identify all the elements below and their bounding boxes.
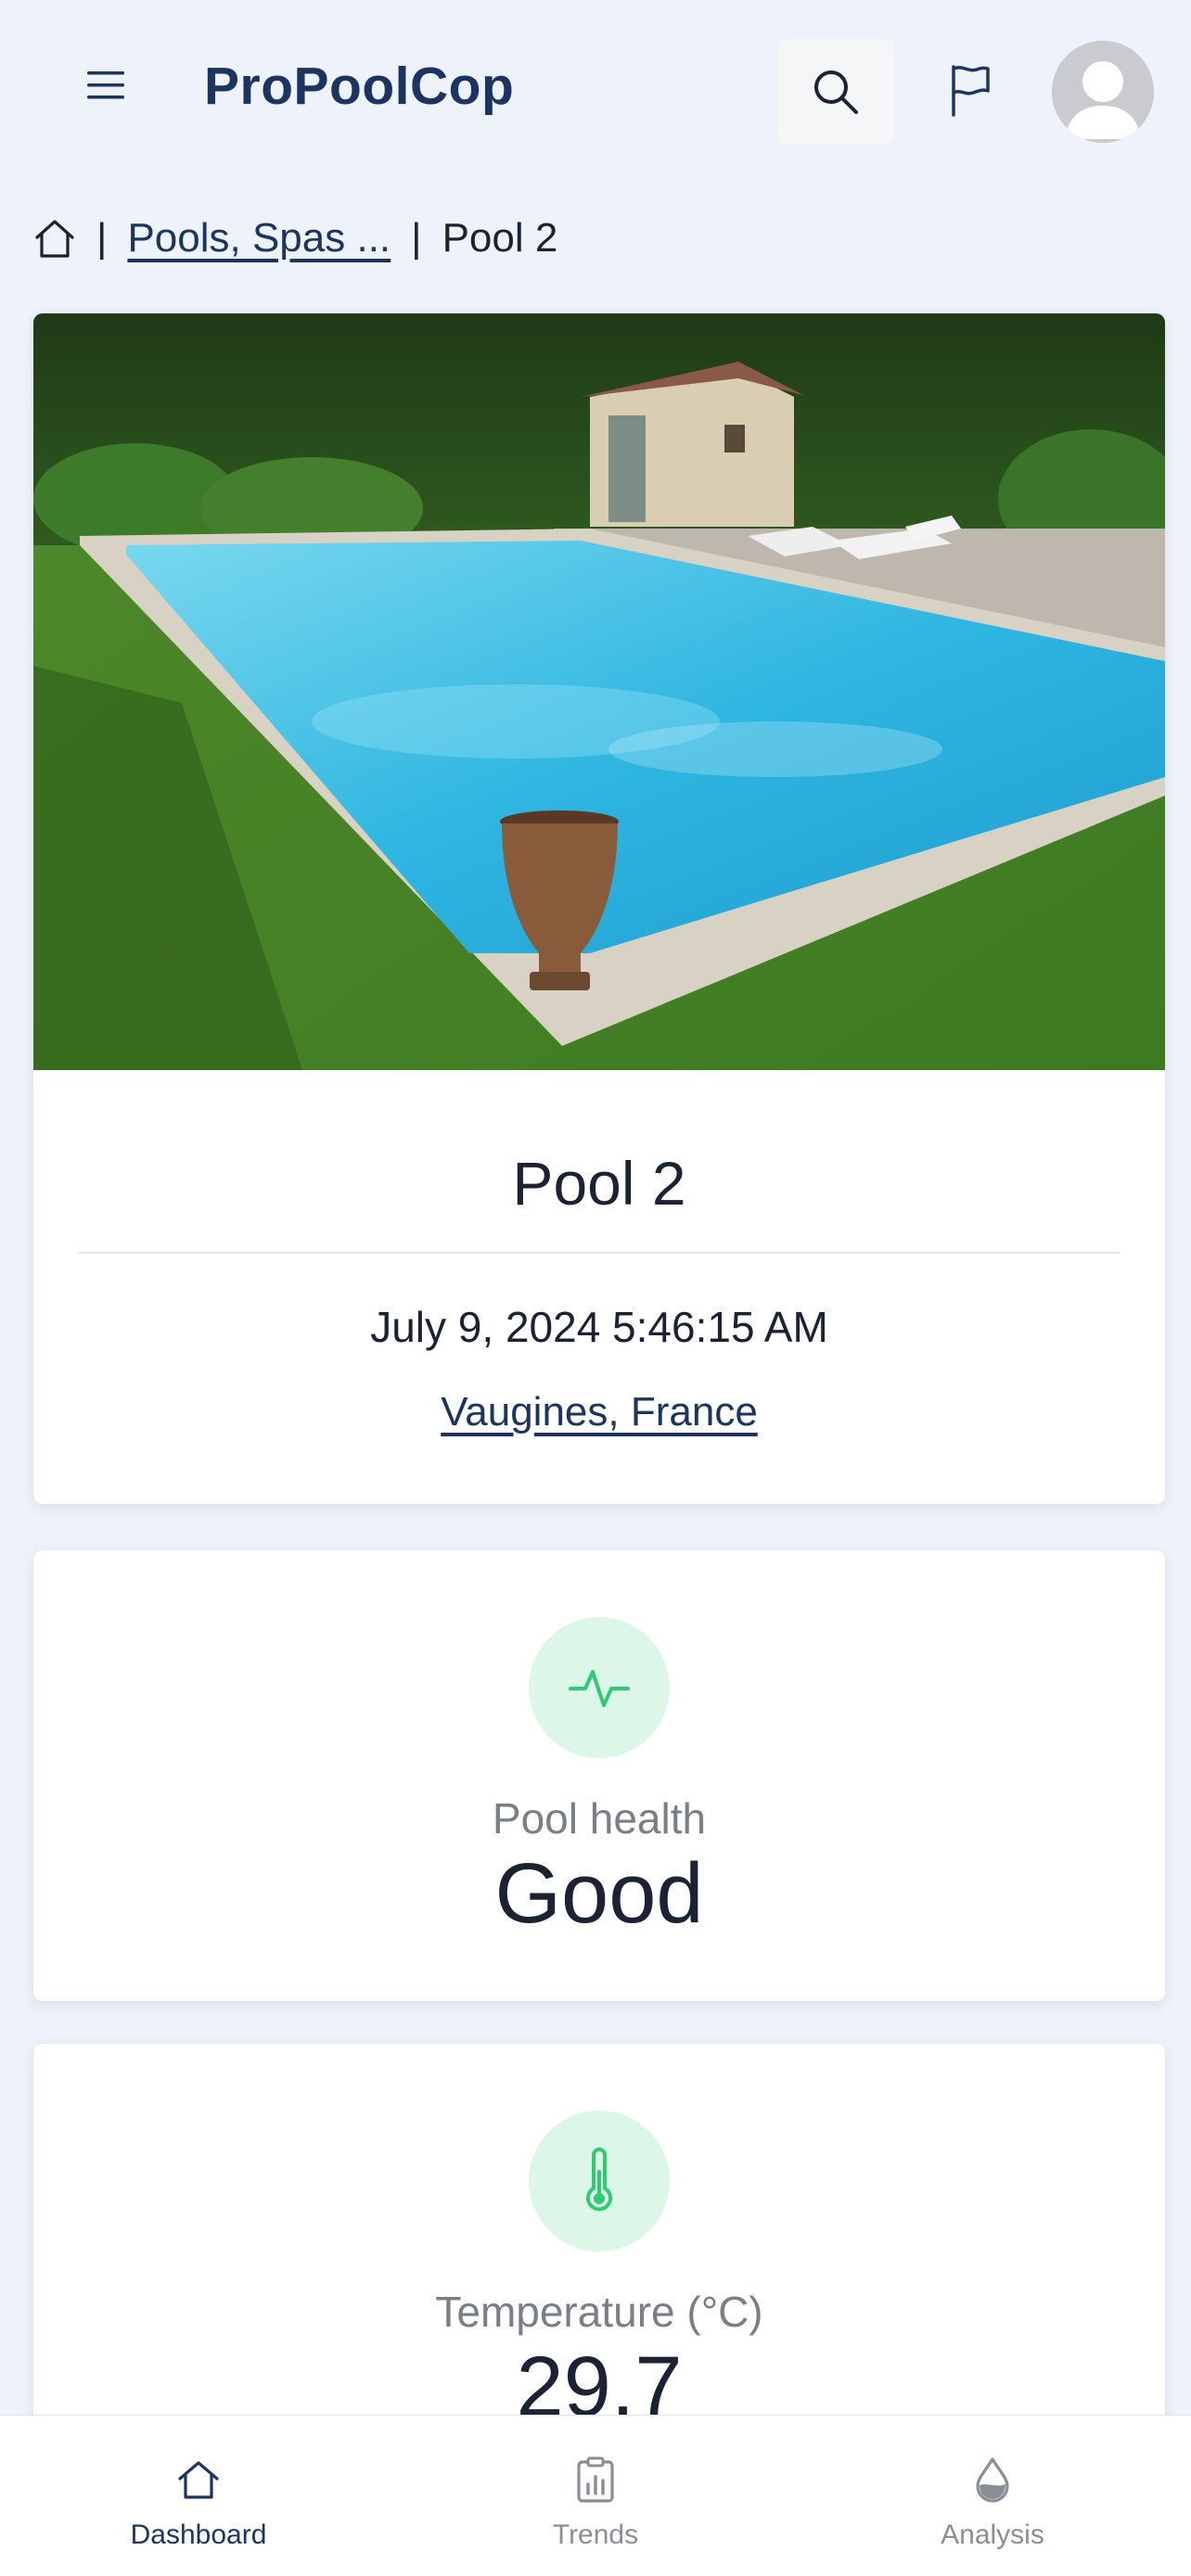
home-icon — [35, 220, 74, 258]
user-avatar-icon — [1052, 41, 1154, 143]
metric-icon-circle — [529, 2111, 670, 2251]
pool-photo — [33, 313, 1165, 1070]
breadcrumb-separator: | — [411, 215, 422, 261]
breadcrumb-item-pools[interactable]: Pools, Spas ... — [127, 215, 391, 261]
breadcrumb-item-current: Pool 2 — [442, 215, 558, 261]
app-screen: ProPoolCop | Pools, Spas ... | Pool 2 Po… — [0, 0, 1191, 2576]
metric-value: Good — [494, 1846, 704, 1941]
clipboard-chart-icon — [577, 2456, 614, 2503]
top-header: ProPoolCop — [0, 0, 1191, 176]
pool-name: Pool 2 — [512, 1149, 686, 1218]
water-drop-icon — [976, 2457, 1009, 2503]
brand-logo[interactable]: ProPoolCop — [204, 56, 514, 117]
breadcrumb-separator: | — [96, 215, 108, 261]
pool-location-text[interactable]: Vaugines, France — [441, 1389, 758, 1435]
nav-label: Trends — [552, 2519, 639, 2550]
breadcrumb-home[interactable] — [33, 217, 76, 260]
pool-location-link[interactable]: Vaugines, France — [33, 1389, 1165, 1435]
pool-health-card[interactable]: Pool health Good — [33, 1550, 1165, 2001]
nav-dashboard[interactable]: Dashboard — [0, 2416, 397, 2576]
flag-button[interactable] — [942, 57, 998, 122]
user-avatar[interactable] — [1052, 41, 1154, 143]
nav-analysis[interactable]: Analysis — [794, 2416, 1191, 2576]
metric-label: Pool health — [492, 1794, 707, 1843]
divider — [78, 1252, 1121, 1254]
nav-label: Analysis — [941, 2519, 1044, 2550]
pool-timestamp: July 9, 2024 5:46:15 AM — [370, 1303, 828, 1351]
hamburger-menu-icon — [87, 71, 124, 99]
activity-pulse-icon — [569, 1670, 630, 1707]
nav-label: Dashboard — [130, 2519, 267, 2550]
bottom-navigation: Dashboard Trends Analysis — [0, 2415, 1191, 2576]
metric-label: Temperature (°C) — [435, 2288, 763, 2336]
search-button[interactable] — [777, 39, 894, 145]
nav-trends[interactable]: Trends — [397, 2416, 794, 2576]
menu-button[interactable] — [78, 57, 134, 113]
thermometer-icon — [586, 2148, 612, 2212]
home-icon — [178, 2461, 219, 2499]
breadcrumb: | Pools, Spas ... | Pool 2 — [33, 206, 557, 271]
search-icon — [814, 70, 858, 114]
metric-icon-circle — [529, 1617, 670, 1758]
pool-card: Pool 2 July 9, 2024 5:46:15 AM Vaugines,… — [33, 313, 1165, 1504]
flag-icon — [952, 65, 990, 117]
